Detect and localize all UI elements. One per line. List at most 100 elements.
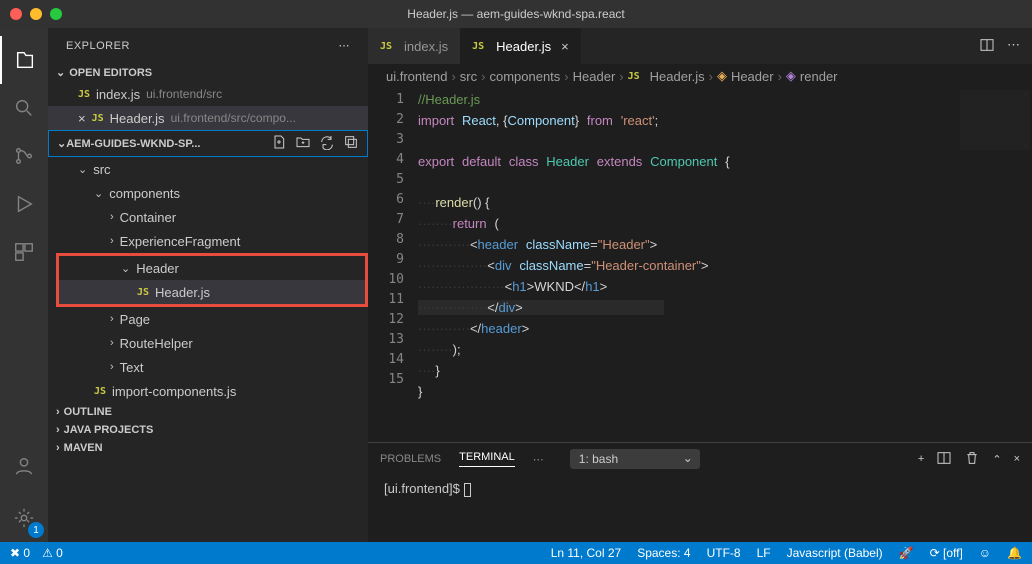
explorer-icon[interactable]: [0, 36, 48, 84]
minimap[interactable]: [960, 90, 1030, 150]
cursor-position[interactable]: Ln 11, Col 27: [551, 546, 622, 560]
accounts-icon[interactable]: [0, 442, 48, 490]
sync-status[interactable]: ⟳ [off]: [930, 546, 963, 560]
new-file-icon[interactable]: [271, 134, 287, 153]
extensions-icon[interactable]: [0, 228, 48, 276]
close-panel-icon[interactable]: ×: [1014, 453, 1020, 465]
new-terminal-icon[interactable]: +: [918, 453, 924, 465]
method-icon: ◈: [786, 68, 796, 84]
maximize-window-icon[interactable]: [50, 8, 62, 20]
terminal-content[interactable]: [ui.frontend]$: [368, 475, 1032, 542]
chevron-right-icon: ›: [56, 442, 60, 454]
terminal-selector[interactable]: 1: bash: [570, 449, 700, 469]
file-item-headerjs[interactable]: JSHeader.js: [59, 280, 365, 304]
refresh-icon[interactable]: [319, 134, 335, 153]
tab-headerjs[interactable]: JSHeader.js×: [460, 28, 581, 64]
eol[interactable]: LF: [757, 546, 771, 560]
code-editor[interactable]: 123456789101112131415 //Header.js import…: [368, 88, 1032, 442]
chevron-right-icon: ›: [110, 211, 114, 223]
breadcrumb[interactable]: ui.frontend› src› components› Header› JS…: [368, 64, 1032, 88]
titlebar: Header.js — aem-guides-wknd-spa.react: [0, 0, 1032, 28]
js-file-icon: JS: [94, 386, 106, 397]
file-name: Header.js: [110, 111, 165, 126]
chevron-right-icon: ›: [110, 313, 114, 325]
chevron-right-icon: ›: [56, 424, 60, 436]
split-editor-icon[interactable]: [979, 37, 995, 56]
js-file-icon: JS: [628, 71, 640, 82]
kill-terminal-icon[interactable]: [964, 450, 980, 469]
status-bar: ✖ 0 ⚠ 0 Ln 11, Col 27 Spaces: 4 UTF-8 LF…: [0, 542, 1032, 564]
folder-item-text[interactable]: ›Text: [48, 355, 368, 379]
folder-item-route-helper[interactable]: ›RouteHelper: [48, 331, 368, 355]
problems-tab[interactable]: PROBLEMS: [380, 453, 441, 465]
js-file-icon: JS: [78, 89, 90, 100]
file-path: ui.frontend/src: [146, 87, 222, 101]
chevron-right-icon: ›: [110, 337, 114, 349]
terminal-tab[interactable]: TERMINAL: [459, 451, 515, 467]
folder-item-experience-fragment[interactable]: ›ExperienceFragment: [48, 229, 368, 253]
chevron-down-icon: ⌄: [121, 262, 130, 275]
highlighted-selection: ⌄Header JSHeader.js: [56, 253, 368, 307]
class-icon: ◈: [717, 68, 727, 84]
file-name: index.js: [96, 87, 140, 102]
split-terminal-icon[interactable]: [936, 450, 952, 469]
project-section[interactable]: ⌄ AEM-GUIDES-WKND-SP...: [48, 130, 368, 157]
run-debug-icon[interactable]: [0, 180, 48, 228]
chevron-right-icon: ›: [110, 235, 114, 247]
js-file-icon: JS: [472, 41, 484, 52]
file-path: ui.frontend/src/compo...: [171, 111, 296, 125]
more-actions-icon[interactable]: ⋯: [339, 39, 351, 52]
close-icon[interactable]: ×: [78, 111, 86, 126]
minimize-window-icon[interactable]: [30, 8, 42, 20]
explorer-title: EXPLORER: [66, 40, 130, 52]
editor-group: JSindex.js JSHeader.js× ⋯ ui.frontend› s…: [368, 28, 1032, 542]
search-icon[interactable]: [0, 84, 48, 132]
chevron-right-icon: ›: [110, 361, 114, 373]
open-editors-label: OPEN EDITORS: [69, 67, 152, 79]
code-content[interactable]: //Header.js import React, {Component} fr…: [418, 88, 1032, 442]
open-editor-item[interactable]: × JS Header.js ui.frontend/src/compo...: [48, 106, 368, 130]
notifications-icon[interactable]: 🔔: [1007, 546, 1022, 560]
feedback-icon[interactable]: ☺: [979, 546, 991, 560]
close-icon[interactable]: ×: [561, 39, 569, 54]
tab-indexjs[interactable]: JSindex.js: [368, 28, 460, 64]
encoding[interactable]: UTF-8: [707, 546, 741, 560]
close-window-icon[interactable]: [10, 8, 22, 20]
chevron-down-icon: ⌄: [56, 66, 65, 79]
warnings-count[interactable]: ⚠ 0: [42, 546, 63, 560]
indentation[interactable]: Spaces: 4: [637, 546, 690, 560]
explorer-sidebar: EXPLORER ⋯ ⌄ OPEN EDITORS JS index.js ui…: [48, 28, 368, 542]
traffic-lights: [0, 8, 62, 20]
maven-section[interactable]: ›MAVEN: [48, 439, 368, 457]
js-file-icon: JS: [137, 287, 149, 298]
open-editors-section[interactable]: ⌄ OPEN EDITORS: [48, 63, 368, 82]
errors-count[interactable]: ✖ 0: [10, 546, 30, 560]
activity-bar: [0, 28, 48, 542]
project-label: AEM-GUIDES-WKND-SP...: [66, 138, 200, 150]
source-control-icon[interactable]: [0, 132, 48, 180]
language-mode[interactable]: Javascript (Babel): [787, 546, 883, 560]
explorer-header: EXPLORER ⋯: [48, 28, 368, 63]
more-actions-icon[interactable]: ⋯: [1007, 37, 1020, 56]
window-title: Header.js — aem-guides-wknd-spa.react: [407, 7, 624, 21]
folder-item-container[interactable]: ›Container: [48, 205, 368, 229]
rocket-icon[interactable]: 🚀: [899, 546, 914, 560]
folder-item-src[interactable]: ⌄src: [48, 157, 368, 181]
chevron-down-icon: ⌄: [57, 137, 66, 150]
folder-item-components[interactable]: ⌄components: [48, 181, 368, 205]
line-numbers: 123456789101112131415: [368, 88, 418, 442]
js-file-icon: JS: [92, 113, 104, 124]
settings-gear-icon[interactable]: [0, 494, 48, 542]
folder-item-header[interactable]: ⌄Header: [59, 256, 365, 280]
folder-item-page[interactable]: ›Page: [48, 307, 368, 331]
cursor-icon: [464, 483, 471, 497]
java-projects-section[interactable]: ›JAVA PROJECTS: [48, 421, 368, 439]
collapse-icon[interactable]: [343, 134, 359, 153]
chevron-down-icon: ⌄: [78, 163, 87, 176]
more-panels-icon[interactable]: ⋯: [533, 453, 544, 466]
new-folder-icon[interactable]: [295, 134, 311, 153]
file-item-import-components[interactable]: JSimport-components.js: [48, 379, 368, 403]
open-editor-item[interactable]: JS index.js ui.frontend/src: [48, 82, 368, 106]
maximize-panel-icon[interactable]: ⌃: [992, 453, 1001, 466]
outline-section[interactable]: ›OUTLINE: [48, 403, 368, 421]
